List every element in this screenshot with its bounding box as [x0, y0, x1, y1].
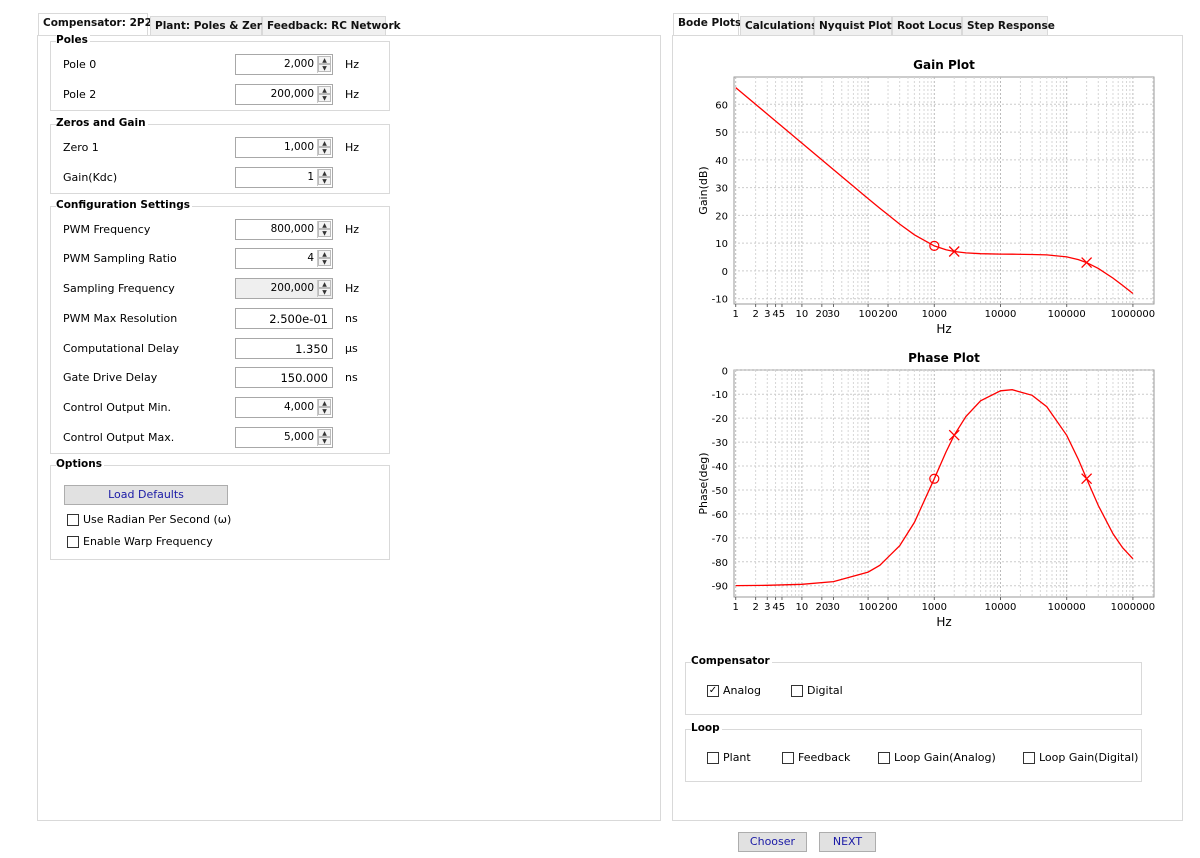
y-tick-label: 0 — [722, 366, 728, 377]
x-axis-label: Hz — [936, 322, 951, 336]
checkbox-label: Analog — [723, 684, 762, 697]
x-tick-label: 3 — [764, 602, 770, 613]
x-tick-label: 2 — [752, 309, 758, 320]
loop-group: Loop Plant Feedback Loop Gain(Analog) Loop G… — [685, 722, 1142, 782]
group-title: Loop — [691, 722, 722, 734]
loop-gain-analog-checkbox[interactable]: Loop Gain(Analog) — [878, 751, 996, 764]
x-tick-label: 1000 — [922, 309, 947, 320]
loop-gain-digital-checkbox[interactable]: Loop Gain(Digital) — [1023, 751, 1138, 764]
checkbox-checked-icon[interactable]: ✓ — [707, 684, 719, 697]
x-tick-label: 30 — [827, 602, 840, 613]
checkbox-label: Digital — [807, 684, 843, 697]
phase-plot: -90-80-70-60-50-40-30-20-1001 2 3 4 5 10 2030 1… — [697, 351, 1155, 629]
x-tick-label: 10 — [796, 602, 809, 613]
digital-checkbox[interactable]: Digital — [791, 684, 843, 697]
y-tick-label: 60 — [715, 100, 728, 111]
y-tick-label: -40 — [712, 462, 728, 473]
chooser-button[interactable]: Chooser — [738, 832, 807, 852]
y-tick-label: 10 — [715, 239, 728, 250]
y-tick-label: -90 — [712, 582, 728, 593]
x-tick-label: 3 — [764, 309, 770, 320]
x-tick-label: 200 — [878, 602, 897, 613]
y-axis-label: Gain(dB) — [697, 166, 710, 214]
y-tick-label: -50 — [712, 486, 728, 497]
checkbox-icon[interactable] — [707, 751, 719, 764]
plot-area — [733, 76, 1155, 305]
y-tick-label: -30 — [712, 438, 728, 449]
checkbox-label: Loop Gain(Digital) — [1039, 751, 1139, 764]
y-tick-label: 30 — [715, 184, 728, 195]
gain-plot: -1001020304050601 2 3 4 5 10 2030 100 200 1000 100… — [697, 58, 1155, 336]
checkbox-icon[interactable] — [1023, 751, 1035, 764]
group-title: Compensator — [691, 655, 772, 667]
x-tick-label: 1 — [733, 309, 739, 320]
x-tick-label: 4 — [772, 602, 778, 613]
x-tick-label: 2 — [752, 602, 758, 613]
x-tick-label: 1000000 — [1111, 309, 1156, 320]
x-tick-label: 5 — [779, 602, 785, 613]
chart-title: Phase Plot — [908, 351, 980, 365]
checkbox-label: Feedback — [798, 751, 851, 764]
y-tick-label: 50 — [715, 128, 728, 139]
chart-title: Gain Plot — [913, 58, 975, 72]
y-tick-label: 0 — [722, 267, 728, 278]
x-tick-label: 1000 — [922, 602, 947, 613]
x-tick-label: 10000 — [985, 309, 1017, 320]
x-tick-label: 4 — [772, 309, 778, 320]
x-tick-label: 100000 — [1048, 309, 1086, 320]
x-tick-label: 200 — [878, 309, 897, 320]
x-tick-label: 5 — [779, 309, 785, 320]
x-tick-label: 100 — [859, 309, 878, 320]
x-tick-label: 1 — [733, 602, 739, 613]
y-tick-label: -10 — [712, 295, 728, 306]
y-tick-label: 40 — [715, 156, 728, 167]
x-tick-label: 1000000 — [1111, 602, 1156, 613]
checkbox-icon[interactable] — [878, 751, 890, 764]
compensator-group: Compensator ✓ Analog Digital — [685, 655, 1142, 715]
y-tick-label: -10 — [712, 390, 728, 401]
x-tick-label: 100000 — [1048, 602, 1086, 613]
feedback-checkbox[interactable]: Feedback — [782, 751, 850, 764]
checkbox-label: Loop Gain(Analog) — [894, 751, 996, 764]
checkbox-icon[interactable] — [791, 684, 803, 697]
y-tick-label: -60 — [712, 510, 728, 521]
analog-checkbox[interactable]: ✓ Analog — [707, 684, 761, 697]
y-axis-label: Phase(deg) — [697, 452, 710, 514]
checkbox-icon[interactable] — [782, 751, 794, 764]
y-tick-label: 20 — [715, 211, 728, 222]
y-tick-label: -70 — [712, 534, 728, 545]
checkbox-label: Plant — [723, 751, 751, 764]
x-tick-label: 100 — [859, 602, 878, 613]
x-tick-label: 10000 — [985, 602, 1017, 613]
x-axis-label: Hz — [936, 615, 951, 629]
x-tick-label: 10 — [796, 309, 809, 320]
next-button[interactable]: NEXT — [819, 832, 876, 852]
y-tick-label: -20 — [712, 414, 728, 425]
plant-checkbox[interactable]: Plant — [707, 751, 751, 764]
x-tick-label: 30 — [827, 309, 840, 320]
y-tick-label: -80 — [712, 558, 728, 569]
